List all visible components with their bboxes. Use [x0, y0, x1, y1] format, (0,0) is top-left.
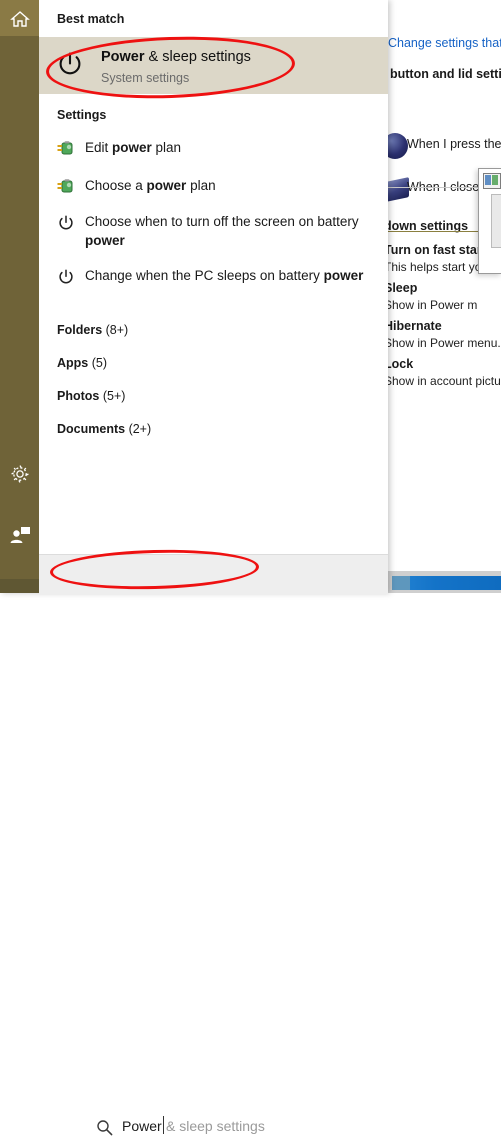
category-count: (5+) [102, 389, 126, 403]
text-caret [163, 1116, 164, 1134]
category-count: (2+) [128, 422, 152, 436]
category-label: Documents [57, 422, 126, 436]
power-plan-icon [56, 177, 76, 197]
label-bold: power [323, 268, 364, 283]
best-match-subtitle: System settings [101, 71, 190, 85]
best-match-title-rest: & sleep settings [144, 49, 251, 65]
power-plan-icon [56, 139, 76, 159]
gear-icon [10, 464, 30, 484]
category-row-photos[interactable]: Photos (5+) [57, 389, 125, 403]
label-pre: Change when the PC sleeps on battery [85, 268, 324, 283]
rail-item-feedback[interactable] [0, 516, 39, 554]
when-i-press-label: When I press the p [407, 137, 501, 151]
power-icon [56, 213, 76, 233]
label-bold: power [112, 140, 152, 155]
feedback-person-icon [9, 525, 31, 545]
rail-item-settings[interactable] [0, 455, 39, 493]
result-item-pc-sleeps-battery[interactable]: Change when the PC sleeps on battery pow… [39, 266, 388, 308]
hibernate-heading: Hibernate [384, 319, 442, 333]
best-match-heading: Best match [57, 12, 125, 26]
category-row-documents[interactable]: Documents (2+) [57, 422, 151, 436]
label-pre: Edit [85, 140, 113, 155]
fast-startup-description: This helps start yo [384, 260, 482, 274]
category-row-folders[interactable]: Folders (8+) [57, 323, 128, 337]
result-label: Edit power plan [85, 138, 377, 157]
dialog-app-icon [483, 173, 501, 189]
category-count: (5) [91, 356, 108, 370]
category-count: (8+) [105, 323, 129, 337]
result-label: Change when the PC sleeps on battery pow… [85, 266, 377, 285]
label-pre: Choose when to turn off the screen on ba… [85, 214, 359, 229]
result-item-edit-power-plan[interactable]: Edit power plan [39, 138, 388, 164]
best-match-row[interactable] [39, 37, 388, 94]
category-row-apps[interactable]: Apps (5) [57, 356, 107, 370]
start-search-panel: Best match Power & sleep settings System… [0, 0, 388, 1136]
start-left-rail [0, 0, 39, 593]
taskbar-tile-icon[interactable] [392, 576, 410, 590]
result-label: Choose a power plan [85, 176, 377, 195]
lock-heading: Lock [384, 357, 414, 371]
label-post: plan [186, 178, 216, 193]
best-match-title: Power & sleep settings [101, 49, 251, 65]
rail-bottom-strip [0, 579, 39, 593]
search-suggestion-text: & sleep settings [166, 1118, 265, 1134]
power-button-lid-heading: button and lid setting [390, 67, 501, 81]
label-bold: power [146, 178, 187, 193]
best-match-title-bold: Power [101, 49, 145, 65]
sleep-description: Show in Power m [384, 298, 478, 312]
dialog-button-area [491, 194, 501, 248]
category-label: Apps [57, 356, 89, 370]
settings-heading: Settings [57, 108, 107, 122]
category-label: Photos [57, 389, 100, 403]
search-typed-text: Power [122, 1118, 162, 1134]
rail-item-home[interactable] [0, 0, 39, 38]
fast-startup-heading: Turn on fast star [384, 243, 482, 257]
power-icon [54, 49, 86, 81]
label-bold: power [85, 233, 125, 248]
sleep-heading: Sleep [384, 281, 418, 295]
lock-description: Show in account pictu [384, 374, 501, 388]
search-icon [96, 1119, 113, 1136]
hibernate-description: Show in Power menu. [384, 336, 501, 350]
search-input[interactable]: Power & sleep settings [39, 554, 388, 1136]
change-settings-link[interactable]: Change settings that are [388, 36, 501, 50]
category-label: Folders [57, 323, 103, 337]
label-pre: Choose a [85, 178, 147, 193]
power-icon [56, 267, 76, 287]
result-item-choose-power-plan[interactable]: Choose a power plan [39, 176, 388, 202]
home-icon [9, 9, 30, 29]
label-post: plan [151, 140, 182, 155]
result-item-screen-off-battery[interactable]: Choose when to turn off the screen on ba… [39, 212, 388, 254]
result-label: Choose when to turn off the screen on ba… [85, 212, 377, 250]
